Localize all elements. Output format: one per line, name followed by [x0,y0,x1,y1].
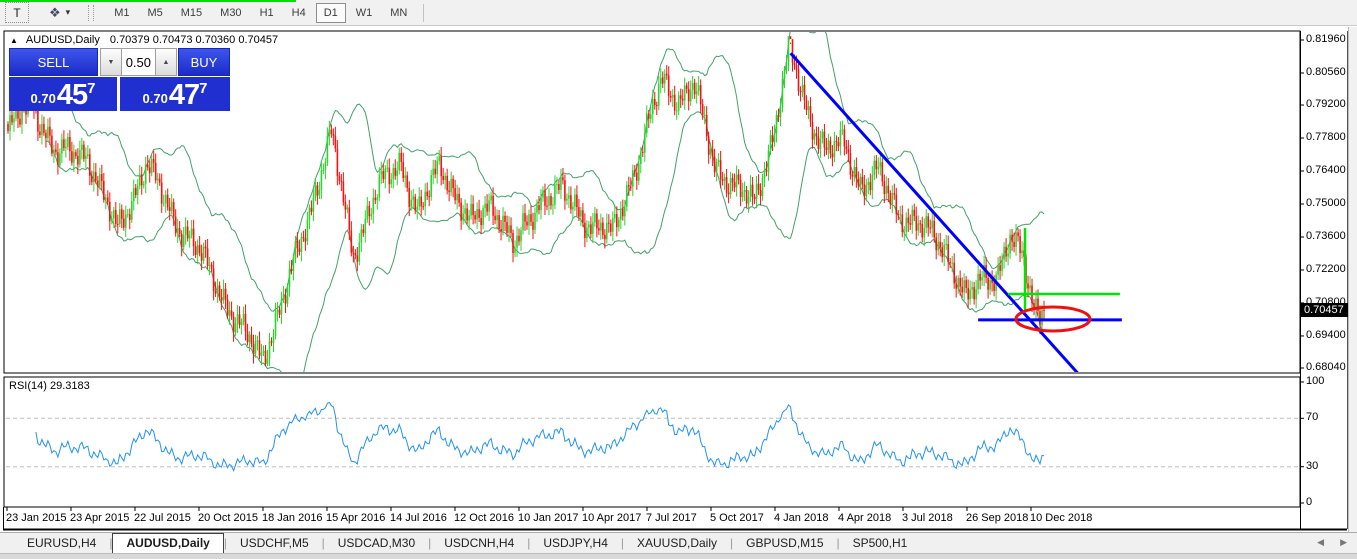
arrows-icon: ❖ [49,5,61,21]
timeframe-button-m5[interactable]: M5 [139,3,170,23]
timeframe-button-d1[interactable]: D1 [316,3,346,23]
tab-usdcad-m30[interactable]: USDCAD,M30 [325,534,428,553]
timeframe-button-m15[interactable]: M15 [173,3,210,23]
sell-price-big: 45 [57,80,87,110]
timeframe-button-m30[interactable]: M30 [212,3,249,23]
text-tool-button[interactable]: T [5,2,29,23]
chevron-down-icon: ▾ [66,7,71,18]
tab-scroll-buttons: ◀ ▶ [1317,537,1347,548]
chart-tab-bar: EURUSD,H4|AUDUSD,Daily|USDCHF,M5|USDCAD,… [0,532,1357,553]
lot-size-input[interactable]: 0.50 [122,48,155,76]
bottom-status-strip [0,553,1357,559]
sell-button[interactable]: SELL [9,48,98,76]
tab-gbpusd-m15[interactable]: GBPUSD,M15 [733,534,836,553]
toolbar-grip[interactable] [88,5,94,21]
tab-audusd-daily[interactable]: AUDUSD,Daily [112,533,223,554]
tab-usdchf-m5[interactable]: USDCHF,M5 [227,534,322,553]
tab-sp500-h1[interactable]: SP500,H1 [840,534,921,553]
one-click-trade-panel: SELL ▼ 0.50 ▲ BUY 0.70 45 7 0.70 47 7 [9,48,230,111]
buy-button[interactable]: BUY [178,48,230,76]
chart-symbol-label: AUDUSD,Daily [26,34,100,46]
right-window-strip [1348,27,1357,532]
timeframe-button-h1[interactable]: H1 [252,3,282,23]
chart-ohlc-values: 0.70379 0.70473 0.70360 0.70457 [110,34,278,46]
chart-title: ▲ AUDUSD,Daily 0.70379 0.70473 0.70360 0… [10,34,278,46]
timeframe-button-m1[interactable]: M1 [106,3,137,23]
top-toolbar: T ❖ ▾ M1M5M15M30H1H4D1W1MN [0,0,1357,26]
toolbar-separator [423,4,424,22]
tab-usdjpy-h4[interactable]: USDJPY,H4 [530,534,620,553]
timeframe-button-mn[interactable]: MN [382,3,415,23]
lot-increase-button[interactable]: ▲ [155,48,177,76]
arrows-tool-button[interactable]: ❖ ▾ [49,5,70,21]
collapse-panel-arrow-icon[interactable]: ▲ [10,36,18,45]
buy-price-small: 0.70 [143,91,168,106]
sell-price-small: 0.70 [31,91,56,106]
timeframe-button-h4[interactable]: H4 [284,3,314,23]
tab-scroll-left-icon[interactable]: ◀ [1317,537,1324,548]
buy-price-big: 47 [169,80,199,110]
tab-scroll-right-icon[interactable]: ▶ [1340,537,1347,548]
buy-price-sup: 7 [199,80,207,97]
sell-price-display[interactable]: 0.70 45 7 [9,77,117,111]
top-green-line [0,0,296,2]
lot-decrease-button[interactable]: ▼ [100,48,122,76]
timeframe-group: M1M5M15M30H1H4D1W1MN [106,3,417,23]
tab-xauusd-daily[interactable]: XAUUSD,Daily [624,534,730,553]
tab-usdcnh-h4[interactable]: USDCNH,H4 [431,534,527,553]
tab-eurusd-h4[interactable]: EURUSD,H4 [14,534,109,553]
sell-price-sup: 7 [87,80,95,97]
timeframe-button-w1[interactable]: W1 [348,3,381,23]
buy-price-display[interactable]: 0.70 47 7 [120,77,230,111]
rsi-indicator-label: RSI(14) 29.3183 [9,380,90,392]
